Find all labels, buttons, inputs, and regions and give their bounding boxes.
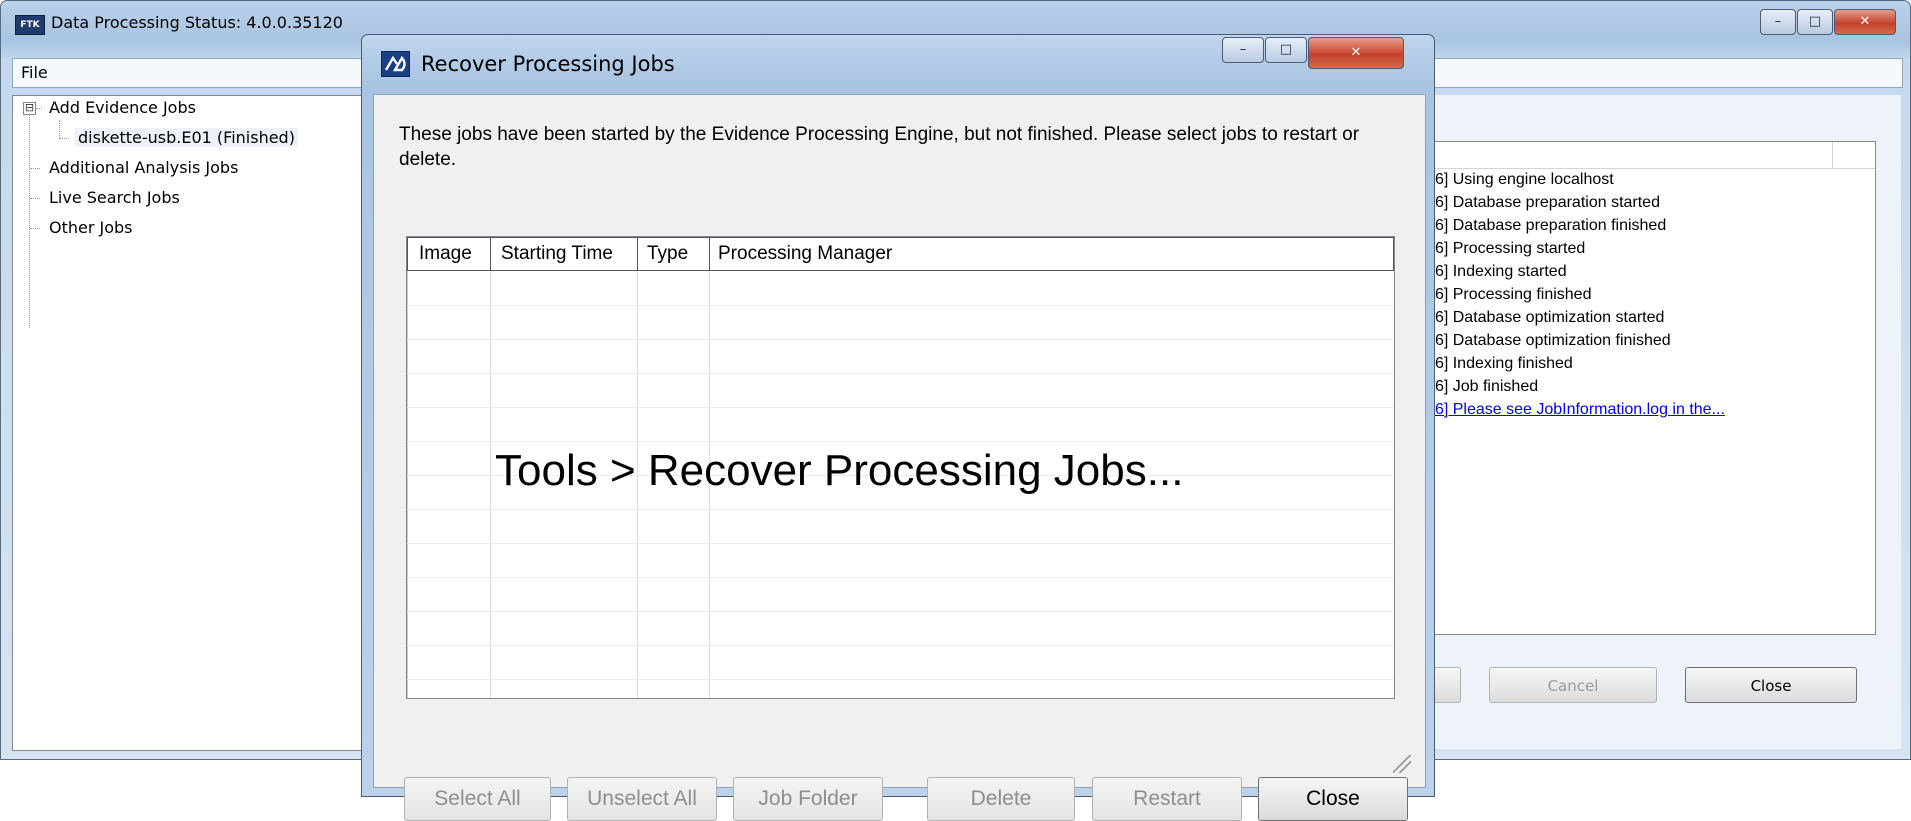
tree-item-other-jobs[interactable]: Other Jobs xyxy=(49,218,133,237)
tree-item-add-evidence-jobs[interactable]: Add Evidence Jobs xyxy=(49,98,196,117)
ftk-app-icon: FTK xyxy=(15,15,45,35)
grid-line xyxy=(407,611,1394,612)
grid-line xyxy=(407,305,1394,306)
minimize-button[interactable]: – xyxy=(1760,9,1796,35)
column-processing-manager[interactable]: Processing Manager xyxy=(718,238,892,270)
job-folder-button[interactable]: Job Folder xyxy=(733,777,883,821)
grid-line xyxy=(407,543,1394,544)
job-details-pane: ge 2012-04-16] Using engine localhost 20… xyxy=(1361,95,1901,749)
table-header: Image Starting Time Type Processing Mana… xyxy=(407,237,1394,271)
column-starting-time[interactable]: Starting Time xyxy=(501,238,613,270)
tree-item-live-search-jobs[interactable]: Live Search Jobs xyxy=(49,188,180,207)
grid-line xyxy=(407,339,1394,340)
tree-connector xyxy=(36,108,42,110)
close-dialog-button[interactable]: ✕ xyxy=(1308,37,1404,69)
minimize-button[interactable]: – xyxy=(1222,37,1264,63)
job-log-list[interactable]: ge 2012-04-16] Using engine localhost 20… xyxy=(1361,141,1876,635)
accessdata-logo-icon xyxy=(381,51,410,77)
menu-file[interactable]: File xyxy=(21,63,48,82)
grid-line xyxy=(407,679,1394,680)
close-button[interactable]: Close xyxy=(1685,667,1857,703)
delete-button[interactable]: Delete xyxy=(927,777,1075,821)
unselect-all-button[interactable]: Unselect All xyxy=(567,777,717,821)
instruction-text: These jobs have been started by the Evid… xyxy=(399,124,1360,170)
column-separator xyxy=(709,238,710,270)
column-separator xyxy=(490,238,491,270)
log-column-header[interactable]: ge xyxy=(1362,142,1875,169)
window-title: Data Processing Status: 4.0.0.35120 xyxy=(51,13,343,32)
column-separator xyxy=(1832,142,1833,168)
grid-line xyxy=(407,441,1394,442)
maximize-button[interactable]: □ xyxy=(1797,9,1833,35)
tree-connector xyxy=(30,198,40,200)
tree-connector xyxy=(30,168,40,170)
grid-line xyxy=(407,577,1394,578)
close-button[interactable]: Close xyxy=(1258,777,1408,821)
dialog-title: Recover Processing Jobs xyxy=(421,52,675,76)
grid-line xyxy=(407,407,1394,408)
tree-connector xyxy=(29,114,31,328)
tree-item-diskette-usb[interactable]: diskette-usb.E01 (Finished) xyxy=(75,128,298,147)
menu-path-caption: Tools > Recover Processing Jobs... xyxy=(495,446,1184,495)
column-separator xyxy=(637,238,638,270)
grid-line xyxy=(407,373,1394,374)
tree-connector xyxy=(30,228,40,230)
resize-grip-icon[interactable] xyxy=(1393,755,1411,773)
tree-item-additional-analysis-jobs[interactable]: Additional Analysis Jobs xyxy=(49,158,238,177)
tree-connector xyxy=(59,138,69,140)
select-all-button[interactable]: Select All xyxy=(404,777,551,821)
column-type[interactable]: Type xyxy=(647,238,688,270)
close-window-button[interactable]: ✕ xyxy=(1834,9,1896,35)
grid-line xyxy=(490,271,491,698)
restart-button[interactable]: Restart xyxy=(1092,777,1242,821)
cancel-button[interactable]: Cancel xyxy=(1489,667,1657,703)
dialog-body: These jobs have been started by the Evid… xyxy=(373,94,1426,821)
jobs-tree[interactable]: ⊟ Add Evidence Jobs diskette-usb.E01 (Fi… xyxy=(12,95,369,751)
grid-line xyxy=(407,509,1394,510)
column-image[interactable]: Image xyxy=(419,238,472,270)
recover-processing-jobs-dialog: Recover Processing Jobs – □ ✕ These jobs… xyxy=(361,34,1435,821)
grid-line xyxy=(407,645,1394,646)
tree-connector xyxy=(59,120,61,138)
maximize-button[interactable]: □ xyxy=(1265,37,1307,63)
